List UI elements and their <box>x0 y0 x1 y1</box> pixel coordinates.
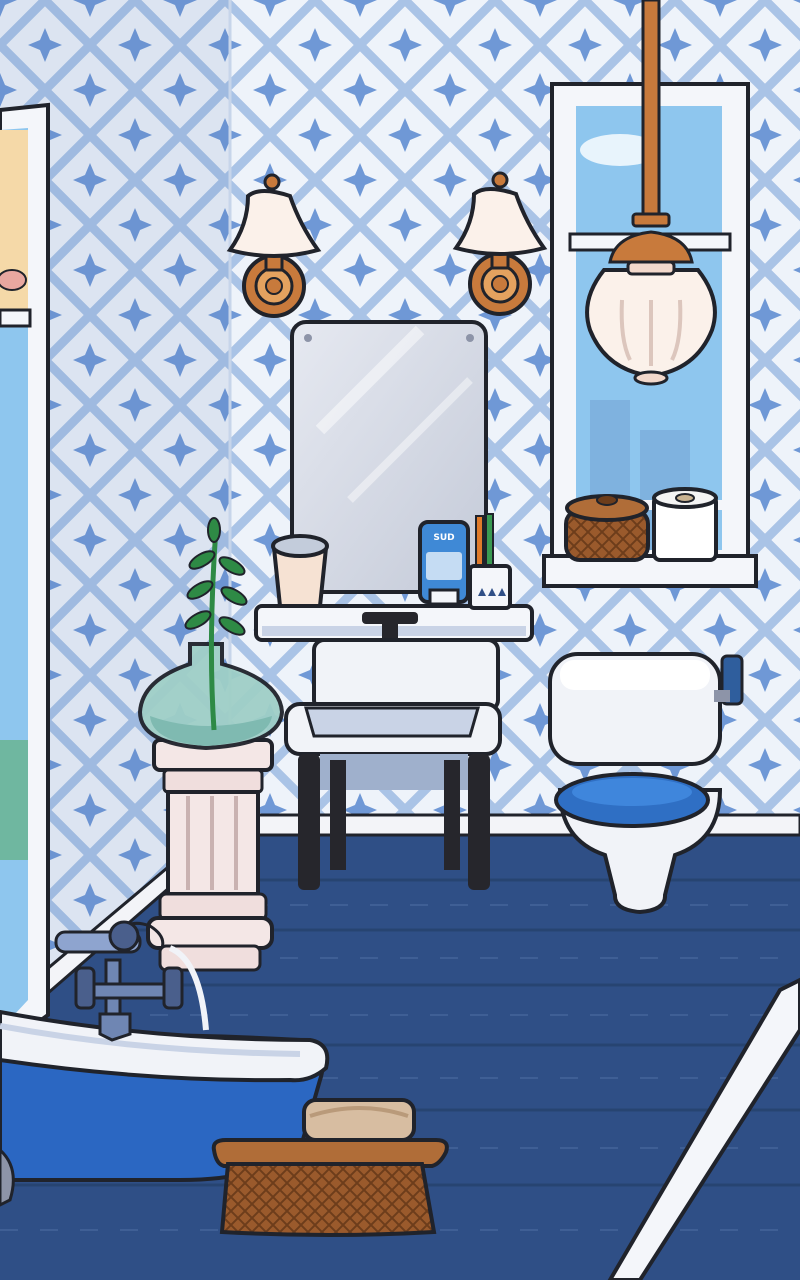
bathroom-scene: SUD <box>0 0 800 1280</box>
toothpaste-tube[interactable]: SUD <box>418 520 470 606</box>
column-pedestal[interactable] <box>146 738 274 972</box>
toilet-paper-roll[interactable] <box>652 487 718 562</box>
wicker-basket-lidded[interactable] <box>564 494 650 562</box>
sink-leg-right <box>468 754 490 890</box>
toothpaste-brand-label: SUD <box>433 533 454 543</box>
cup[interactable] <box>271 534 329 608</box>
left-doorway[interactable] <box>0 102 50 1053</box>
bathroom-illustration: SUD <box>0 0 800 1280</box>
sink-leg-left <box>298 754 320 890</box>
